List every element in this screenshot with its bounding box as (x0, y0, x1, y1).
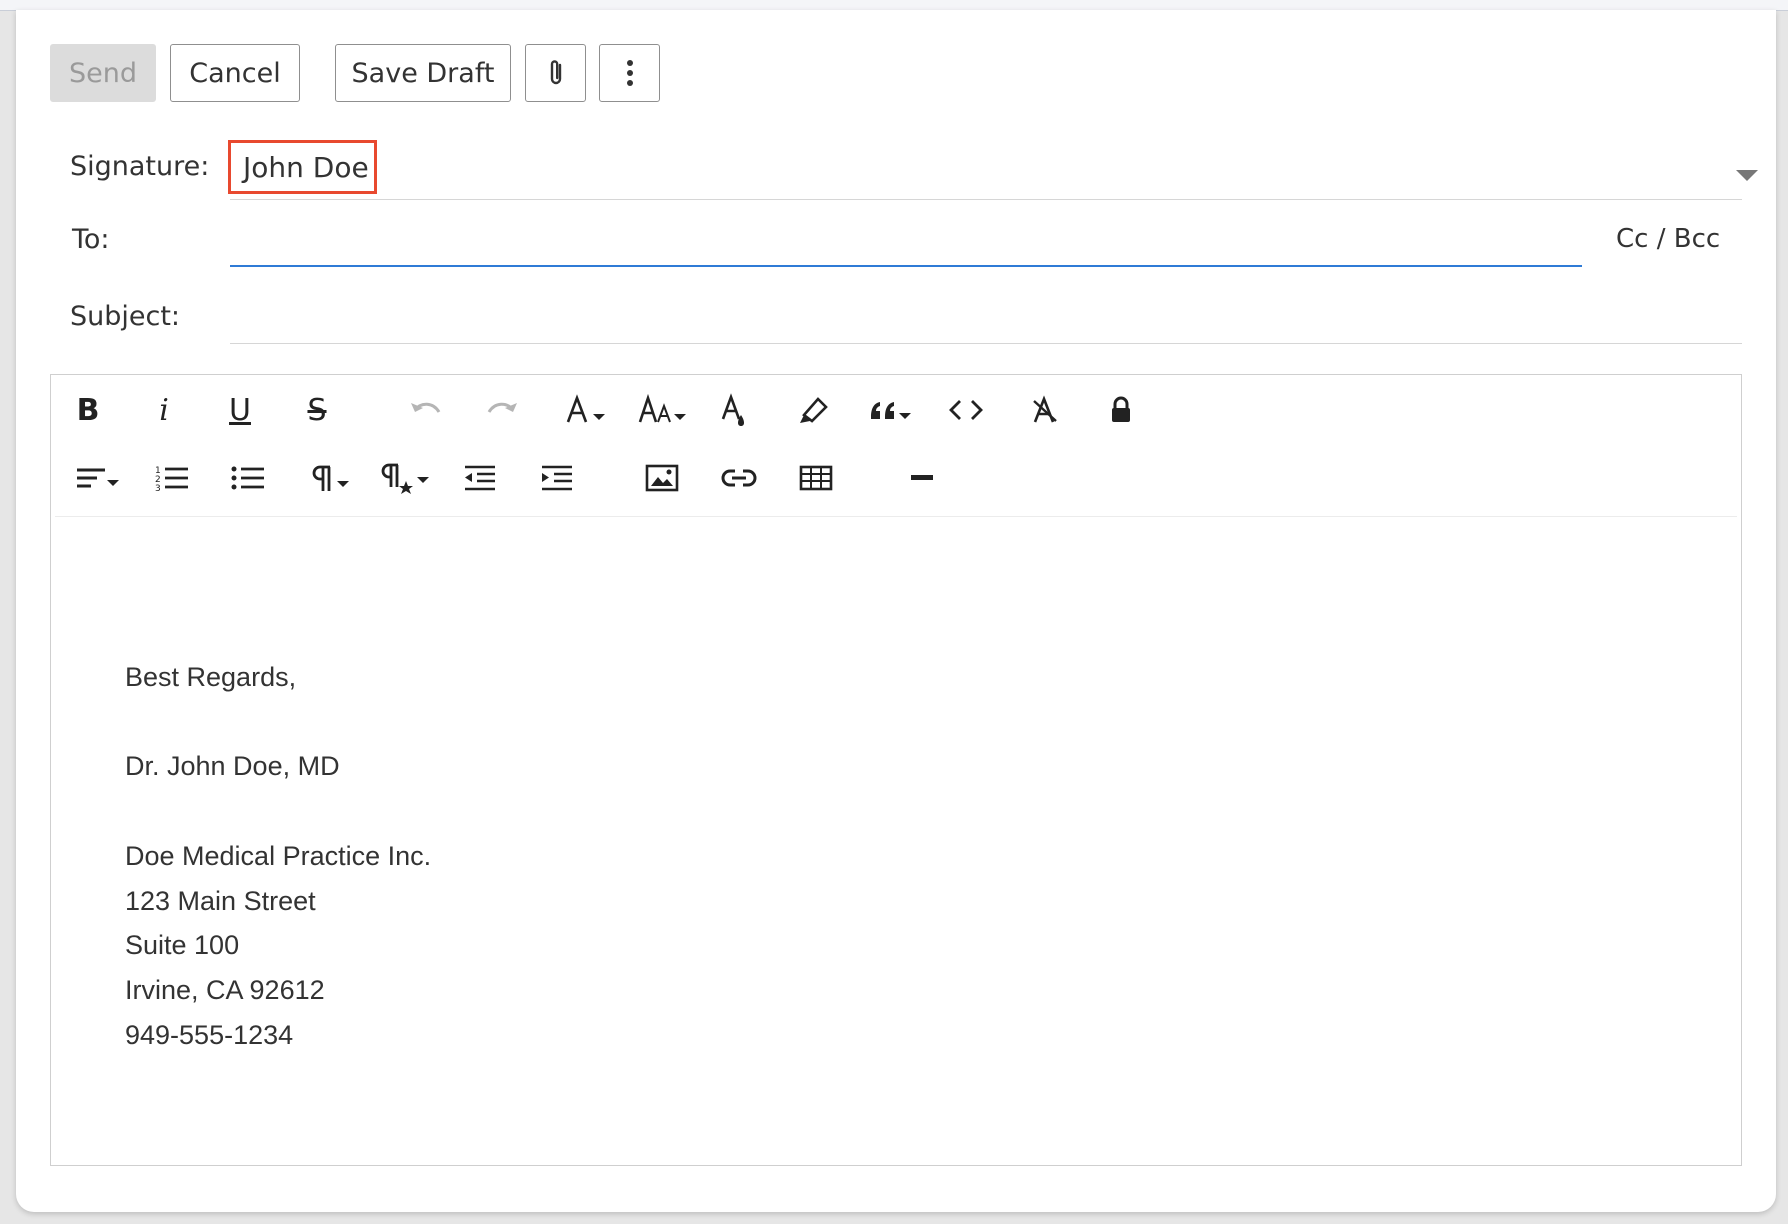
signature-city-line: Irvine, CA 92612 (125, 975, 325, 1005)
attach-button[interactable] (525, 44, 586, 102)
font-family-icon (566, 394, 605, 423)
more-options-button[interactable] (599, 44, 660, 102)
outdent-icon (465, 465, 495, 491)
signature-phone-line: 949-555-1234 (125, 1020, 294, 1050)
cc-bcc-link[interactable]: Cc / Bcc (1616, 224, 1720, 254)
send-button[interactable]: Send (50, 44, 156, 102)
vertical-dots-icon (626, 60, 633, 86)
insert-table-button[interactable] (793, 455, 839, 501)
unordered-list-icon (231, 466, 264, 490)
subject-label: Subject: (70, 301, 181, 332)
italic-button[interactable]: i (141, 387, 187, 433)
undo-icon (411, 402, 441, 413)
toolbar-separator (55, 516, 1737, 517)
lock-icon (1112, 396, 1130, 422)
svg-text:3: 3 (155, 484, 161, 492)
signature-suite-line: Suite 100 (125, 930, 240, 960)
signature-label: Signature: (70, 151, 210, 182)
code-view-button[interactable] (943, 387, 989, 433)
paragraph-icon (312, 465, 349, 491)
italic-icon: i (159, 392, 169, 428)
paperclip-icon (550, 60, 561, 85)
underline-button[interactable]: U (217, 387, 263, 433)
signature-value: John Doe (243, 151, 369, 184)
subject-underline (230, 343, 1742, 344)
highlighter-icon (800, 397, 828, 423)
bold-icon: B (76, 392, 100, 428)
unordered-list-button[interactable] (225, 455, 271, 501)
link-icon (721, 469, 757, 487)
cancel-button[interactable]: Cancel (170, 44, 300, 102)
subject-input[interactable] (230, 288, 1742, 338)
indent-button[interactable] (534, 455, 580, 501)
signature-underline (230, 199, 1742, 200)
clear-formatting-icon (1033, 395, 1057, 423)
signature-street-line: 123 Main Street (125, 886, 316, 916)
insert-link-button[interactable] (716, 455, 762, 501)
underline-icon: U (229, 392, 251, 428)
table-icon (799, 465, 833, 491)
undo-button[interactable] (403, 387, 449, 433)
strikethrough-icon: S (307, 392, 327, 428)
image-icon (645, 464, 679, 492)
signature-select[interactable]: John Doe (228, 140, 1758, 200)
font-family-dropdown[interactable] (559, 387, 615, 433)
bold-button[interactable]: B (65, 387, 111, 433)
horizontal-rule-button[interactable] (899, 455, 945, 501)
horizontal-rule-icon (911, 475, 933, 480)
lock-button[interactable] (1098, 387, 1144, 433)
font-size-dropdown[interactable] (635, 387, 691, 433)
text-color-button[interactable] (712, 387, 758, 433)
rich-text-editor: B i U S 1 2 3 Best Regards, Dr. John Doe… (50, 374, 1742, 1166)
highlight-button[interactable] (790, 387, 836, 433)
quote-dropdown[interactable] (863, 387, 919, 433)
code-icon (949, 400, 983, 420)
font-size-icon (638, 394, 686, 423)
paragraph-style-icon (381, 463, 429, 494)
outdent-button[interactable] (457, 455, 503, 501)
indent-icon (542, 465, 572, 491)
redo-button[interactable] (479, 387, 525, 433)
paragraph-style-dropdown[interactable] (378, 455, 434, 501)
signature-company-line: Doe Medical Practice Inc. (125, 841, 432, 871)
save-draft-button[interactable]: Save Draft (335, 44, 511, 102)
align-dropdown[interactable] (71, 455, 127, 501)
compose-dialog: Send Cancel Save Draft Signature: John D… (16, 10, 1776, 1212)
redo-icon (487, 402, 517, 413)
clear-formatting-button[interactable] (1022, 387, 1068, 433)
insert-image-button[interactable] (639, 455, 685, 501)
align-left-icon (77, 468, 119, 488)
quote-icon (871, 402, 911, 419)
strikethrough-button[interactable]: S (294, 387, 340, 433)
paragraph-format-dropdown[interactable] (303, 455, 359, 501)
signature-name-line: Dr. John Doe, MD (125, 751, 340, 781)
to-input-focus-line (230, 265, 1582, 267)
dropdown-caret-icon (1736, 170, 1758, 181)
to-label: To: (72, 224, 110, 255)
closing-line: Best Regards, (125, 662, 297, 692)
ordered-list-icon: 123 (155, 466, 188, 492)
ordered-list-button[interactable]: 123 (149, 455, 195, 501)
to-input[interactable] (230, 214, 1582, 264)
text-color-icon (721, 393, 744, 426)
